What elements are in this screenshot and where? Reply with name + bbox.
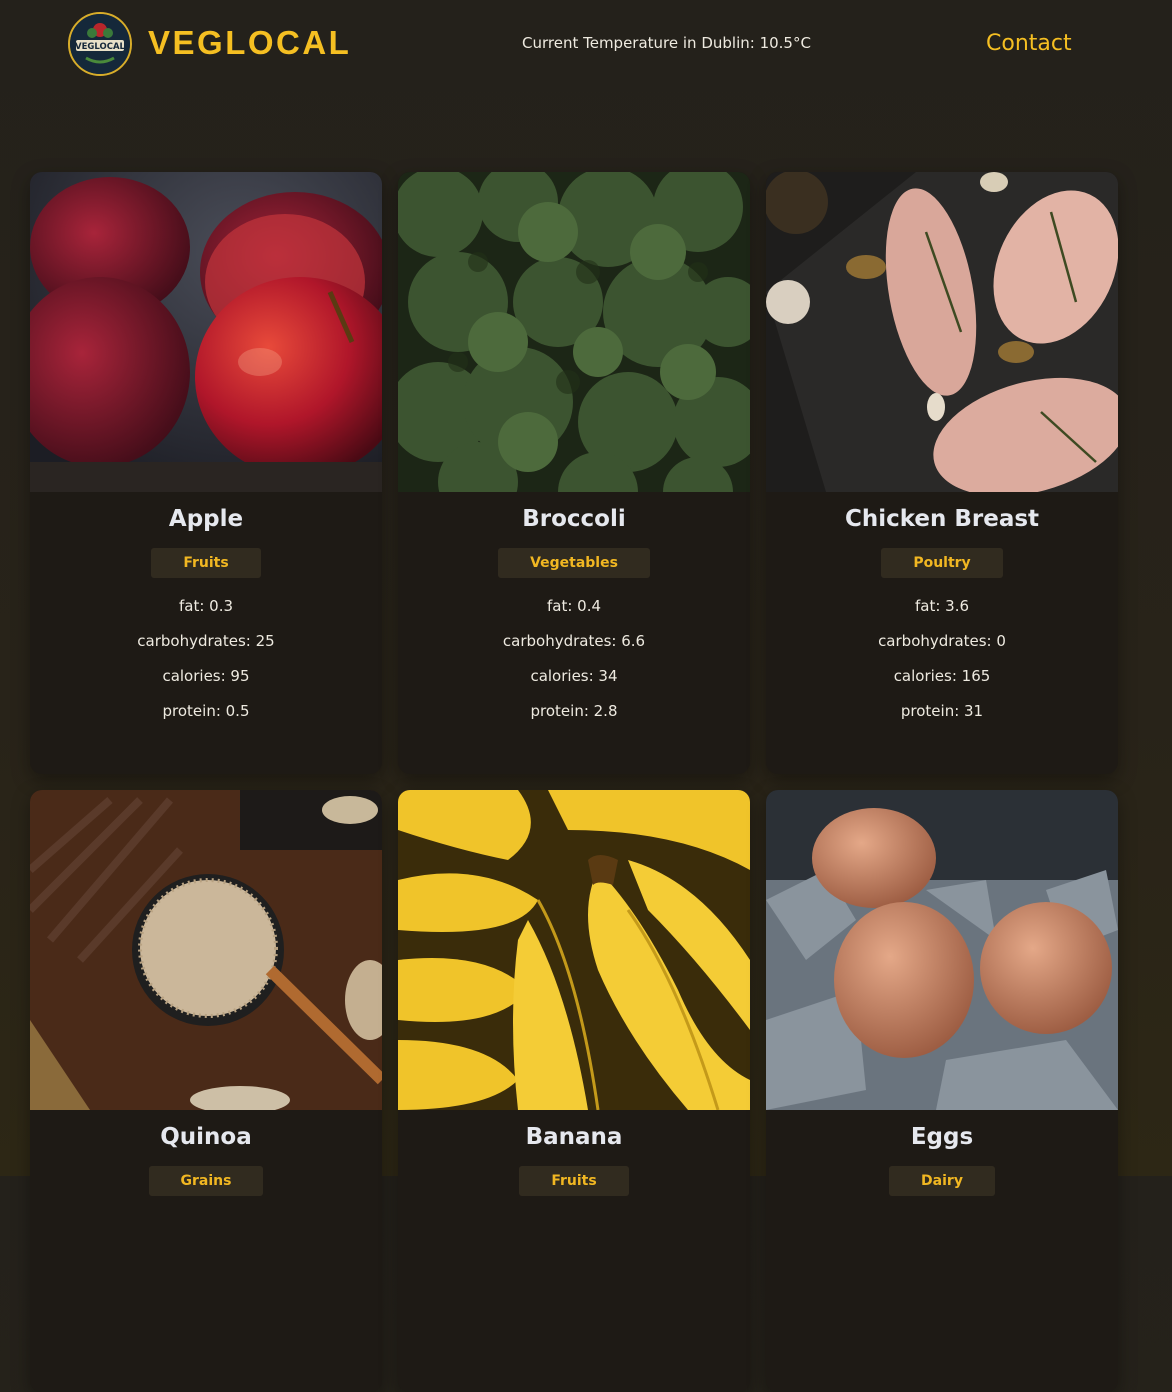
- quinoa-photo: [30, 790, 382, 1110]
- food-name: Apple: [168, 506, 244, 532]
- category-badge: Vegetables: [498, 548, 650, 578]
- category-badge: Dairy: [889, 1166, 995, 1196]
- food-name: Eggs: [910, 1124, 974, 1150]
- eggs-photo: [766, 790, 1118, 1110]
- food-card[interactable]: Broccoli Vegetables fat: 0.4 carbohydrat…: [398, 172, 750, 774]
- category-badge: Grains: [148, 1166, 264, 1196]
- food-card[interactable]: Quinoa Grains: [30, 790, 382, 1392]
- stat-carbohydrates: carbohydrates: 0: [878, 632, 1006, 650]
- category-badge: Fruits: [519, 1166, 629, 1196]
- stat-calories: calories: 95: [162, 667, 250, 685]
- stat-carbohydrates: carbohydrates: 25: [137, 632, 275, 650]
- brand-name[interactable]: VEGLOCAL: [148, 24, 351, 62]
- food-name: Broccoli: [522, 506, 626, 532]
- category-badge: Fruits: [151, 548, 261, 578]
- logo-text: VEGLOCAL: [75, 42, 126, 52]
- food-card[interactable]: Banana Fruits: [398, 790, 750, 1392]
- temperature-readout: Current Temperature in Dublin: 10.5°C: [522, 34, 811, 52]
- stat-calories: calories: 34: [530, 667, 618, 685]
- food-name: Chicken Breast: [844, 506, 1040, 532]
- apples-photo: [30, 172, 382, 492]
- stat-calories: calories: 165: [893, 667, 991, 685]
- food-grid: Apple Fruits fat: 0.3 carbohydrates: 25 …: [30, 172, 1118, 1392]
- chicken-breast-photo: [766, 172, 1118, 492]
- stat-carbohydrates: carbohydrates: 6.6: [502, 632, 646, 650]
- bananas-photo: [398, 790, 750, 1110]
- contact-link[interactable]: Contact: [986, 31, 1072, 56]
- stat-fat: fat: 0.4: [546, 597, 602, 615]
- nutrition-list: fat: 3.6 carbohydrates: 0 calories: 165 …: [766, 595, 1118, 735]
- stat-protein: protein: 2.8: [530, 702, 618, 720]
- food-name: Quinoa: [160, 1124, 252, 1150]
- food-name: Banana: [525, 1124, 623, 1150]
- stat-fat: fat: 0.3: [178, 597, 234, 615]
- stat-fat: fat: 3.6: [914, 597, 970, 615]
- stat-protein: protein: 31: [900, 702, 984, 720]
- stat-protein: protein: 0.5: [162, 702, 250, 720]
- veglocal-logo-icon[interactable]: VEGLOCAL: [68, 12, 132, 76]
- site-header: VEGLOCAL VEGLOCAL Current Temperature in…: [0, 0, 1172, 92]
- nutrition-list: fat: 0.3 carbohydrates: 25 calories: 95 …: [30, 595, 382, 735]
- broccoli-photo: [398, 172, 750, 492]
- food-card[interactable]: Apple Fruits fat: 0.3 carbohydrates: 25 …: [30, 172, 382, 774]
- category-badge: Poultry: [881, 548, 1003, 578]
- food-card[interactable]: Chicken Breast Poultry fat: 3.6 carbohyd…: [766, 172, 1118, 774]
- food-card[interactable]: Eggs Dairy: [766, 790, 1118, 1392]
- nutrition-list: fat: 0.4 carbohydrates: 6.6 calories: 34…: [398, 595, 750, 735]
